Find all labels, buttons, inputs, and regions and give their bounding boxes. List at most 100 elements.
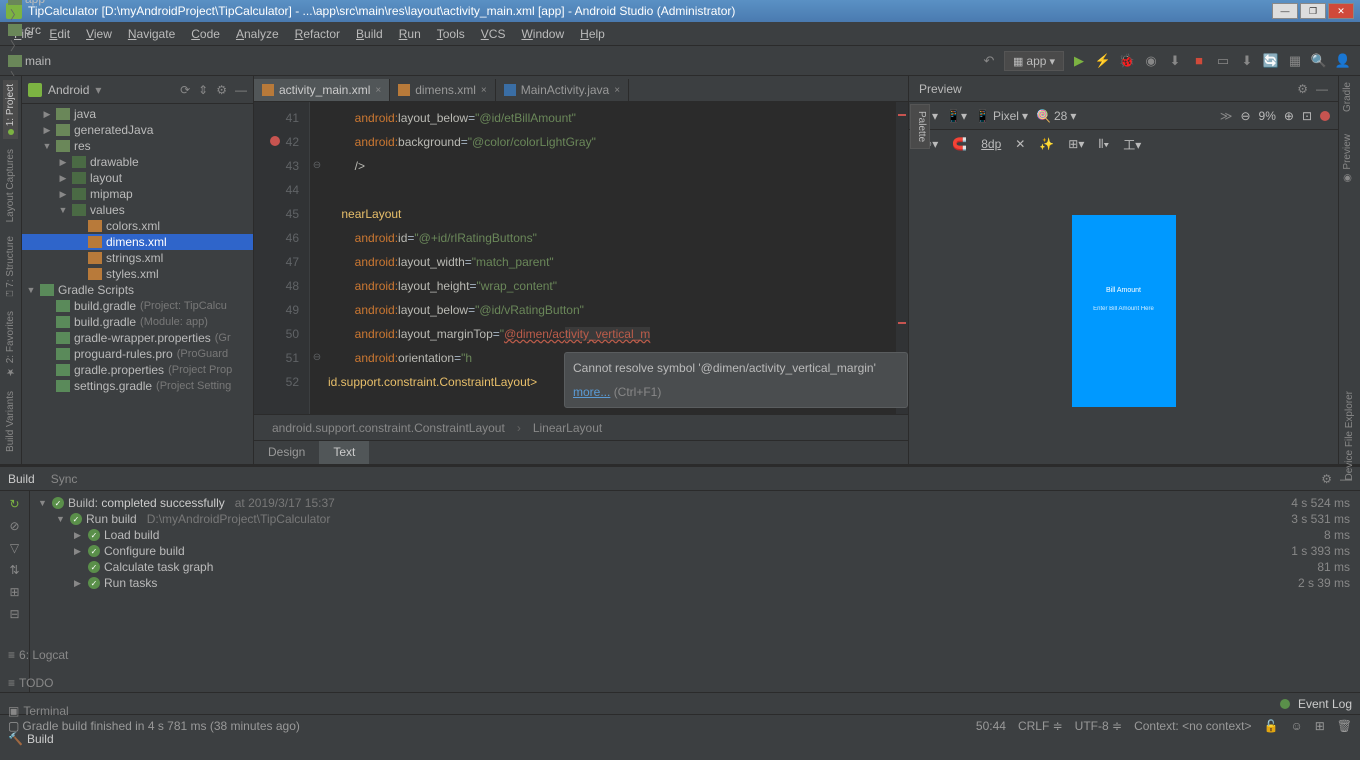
tree-item[interactable]: ▶layout bbox=[22, 170, 253, 186]
status-icon[interactable]: ▢ bbox=[8, 719, 19, 733]
orientation-selector[interactable]: 📱▾ bbox=[946, 109, 967, 123]
fold-column[interactable]: ⊖⊖ bbox=[310, 102, 324, 414]
menu-window[interactable]: Window bbox=[515, 25, 570, 43]
structure-icon[interactable]: ▦ bbox=[1286, 52, 1304, 70]
tree-item[interactable]: build.gradle (Project: TipCalcu bbox=[22, 298, 253, 314]
restart-icon[interactable]: ↻ bbox=[9, 497, 19, 511]
tree-item[interactable]: ▼res bbox=[22, 138, 253, 154]
hide-icon[interactable]: — bbox=[235, 83, 247, 97]
stop-icon[interactable]: ■ bbox=[1190, 52, 1208, 70]
tree-item[interactable]: ▼values bbox=[22, 202, 253, 218]
build-tree[interactable]: ▼✓Build: completed successfullyat 2019/3… bbox=[30, 491, 1270, 692]
build-row[interactable]: ▶✓Configure build bbox=[38, 543, 1262, 559]
tool-tab-build[interactable]: 🔨 Build bbox=[8, 732, 69, 746]
close-tab-icon[interactable]: × bbox=[614, 85, 620, 96]
build-row[interactable]: ✓Calculate task graph bbox=[38, 559, 1262, 575]
tree-item[interactable]: gradle.properties (Project Prop bbox=[22, 362, 253, 378]
project-view-selector[interactable]: Android bbox=[48, 83, 89, 97]
breadcrumb-item[interactable]: src bbox=[8, 23, 116, 37]
menu-help[interactable]: Help bbox=[574, 25, 611, 43]
context[interactable]: Context: <no context> bbox=[1134, 719, 1251, 733]
tool-tab-logcat[interactable]: ≡ 6: Logcat bbox=[8, 648, 69, 662]
close-tab-icon[interactable]: × bbox=[481, 85, 487, 96]
stop-build-icon[interactable]: ⊘ bbox=[9, 519, 19, 533]
device-selector[interactable]: 📱 Pixel▾ bbox=[975, 109, 1028, 123]
build-row[interactable]: ▶✓Load build bbox=[38, 527, 1262, 543]
menu-vcs[interactable]: VCS bbox=[475, 25, 512, 43]
tree-item[interactable]: settings.gradle (Project Setting bbox=[22, 378, 253, 394]
preview-settings-icon[interactable]: ⚙ bbox=[1297, 82, 1308, 96]
tree-item[interactable]: colors.xml bbox=[22, 218, 253, 234]
tree-item[interactable]: dimens.xml bbox=[22, 234, 253, 250]
tree-item[interactable]: ▶generatedJava bbox=[22, 122, 253, 138]
tree-item[interactable]: gradle-wrapper.properties (Gr bbox=[22, 330, 253, 346]
close-button[interactable]: ✕ bbox=[1328, 3, 1354, 19]
design-tab[interactable]: Design bbox=[254, 441, 319, 464]
toggle-icon[interactable]: ⇅ bbox=[9, 563, 19, 577]
caret-position[interactable]: 50:44 bbox=[976, 719, 1006, 733]
sdk-icon[interactable]: ⬇ bbox=[1238, 52, 1256, 70]
event-log-tab[interactable]: Event Log bbox=[1298, 697, 1352, 711]
gradle-tool-tab[interactable]: Gradle bbox=[1339, 76, 1356, 118]
editor-tab[interactable]: MainActivity.java× bbox=[496, 79, 629, 101]
sync-icon[interactable]: ⟳ bbox=[180, 83, 190, 97]
minimize-button[interactable]: — bbox=[1272, 3, 1298, 19]
avd-icon[interactable]: ▭ bbox=[1214, 52, 1232, 70]
zoom-in-icon[interactable]: ⊕ bbox=[1284, 109, 1294, 123]
profile-icon[interactable]: ◉ bbox=[1142, 52, 1160, 70]
memory-icon[interactable]: 🗑 bbox=[1337, 719, 1352, 733]
preview-tool-tab[interactable]: ◉ Preview bbox=[1339, 128, 1356, 189]
tool-tab-terminal[interactable]: ▣ Terminal bbox=[8, 704, 69, 718]
back-icon[interactable]: ↶ bbox=[980, 52, 998, 70]
device-explorer-tool-tab[interactable]: Device File Explorer bbox=[1341, 385, 1358, 486]
preview-hide-icon[interactable]: — bbox=[1316, 82, 1328, 96]
menu-tools[interactable]: Tools bbox=[431, 25, 471, 43]
filter-icon[interactable]: ▽ bbox=[10, 541, 19, 555]
menu-navigate[interactable]: Navigate bbox=[122, 25, 181, 43]
sync-icon[interactable]: 🔄 bbox=[1262, 52, 1280, 70]
debug-icon[interactable]: 🐞 bbox=[1118, 52, 1136, 70]
build-tab[interactable]: Build bbox=[8, 472, 35, 486]
menu-refactor[interactable]: Refactor bbox=[289, 25, 346, 43]
run-config-selector[interactable]: ▦ app ▾ bbox=[1004, 51, 1064, 71]
project-tree[interactable]: ▶java▶generatedJava▼res▶drawable▶layout▶… bbox=[22, 104, 253, 464]
menu-build[interactable]: Build bbox=[350, 25, 389, 43]
project-tool-tab[interactable]: 1: Project bbox=[3, 80, 18, 139]
user-icon[interactable]: 👤 bbox=[1334, 52, 1352, 70]
sync-tab[interactable]: Sync bbox=[51, 472, 78, 486]
processes-icon[interactable]: ⊞ bbox=[1315, 719, 1325, 733]
favorites-tool-tab[interactable]: ★ 2: Favorites bbox=[3, 307, 18, 381]
tree-item[interactable]: ▶java bbox=[22, 106, 253, 122]
search-icon[interactable]: 🔍 bbox=[1310, 52, 1328, 70]
guidelines-icon[interactable]: 工▾ bbox=[1123, 136, 1141, 153]
error-indicator-icon[interactable] bbox=[1320, 111, 1330, 121]
api-selector[interactable]: 🍭 28▾ bbox=[1036, 109, 1076, 123]
build-row[interactable]: ▼✓Build: completed successfullyat 2019/3… bbox=[38, 495, 1262, 511]
close-tab-icon[interactable]: × bbox=[375, 85, 381, 96]
variants-tool-tab[interactable]: Build Variants bbox=[3, 387, 18, 456]
build-row[interactable]: ▼✓Run buildD:\myAndroidProject\TipCalcul… bbox=[38, 511, 1262, 527]
magnet-icon[interactable]: 🧲 bbox=[952, 137, 967, 151]
clear-constraints-icon[interactable]: ✕ bbox=[1015, 137, 1025, 151]
expand-icon[interactable]: ⊞ bbox=[9, 585, 19, 599]
breadcrumb-item[interactable]: app bbox=[8, 0, 116, 6]
pack-icon[interactable]: ⊞▾ bbox=[1068, 137, 1084, 151]
default-margin[interactable]: 8dp bbox=[981, 137, 1001, 151]
tool-tab-todo[interactable]: ≡ TODO bbox=[8, 676, 69, 690]
tree-item[interactable]: ▶drawable bbox=[22, 154, 253, 170]
infer-constraints-icon[interactable]: ✨ bbox=[1039, 137, 1054, 151]
code-editor[interactable]: 414243444546474849505152 ⊖⊖ android:layo… bbox=[254, 102, 908, 414]
maximize-button[interactable]: ❐ bbox=[1300, 3, 1326, 19]
menu-run[interactable]: Run bbox=[393, 25, 427, 43]
tree-item[interactable]: ▼Gradle Scripts bbox=[22, 282, 253, 298]
tree-item[interactable]: strings.xml bbox=[22, 250, 253, 266]
lock-icon[interactable]: 🔓 bbox=[1263, 719, 1278, 733]
tree-item[interactable]: ▶mipmap bbox=[22, 186, 253, 202]
align-icon[interactable]: ⫴▾ bbox=[1098, 137, 1109, 152]
editor-tab[interactable]: dimens.xml× bbox=[390, 79, 496, 101]
zoom-out-icon[interactable]: ⊖ bbox=[1240, 109, 1250, 123]
settings-icon[interactable]: ⚙ bbox=[216, 83, 227, 97]
attach-icon[interactable]: ⬇ bbox=[1166, 52, 1184, 70]
run-icon[interactable]: ▶ bbox=[1070, 52, 1088, 70]
editor-tab[interactable]: activity_main.xml× bbox=[254, 79, 390, 101]
